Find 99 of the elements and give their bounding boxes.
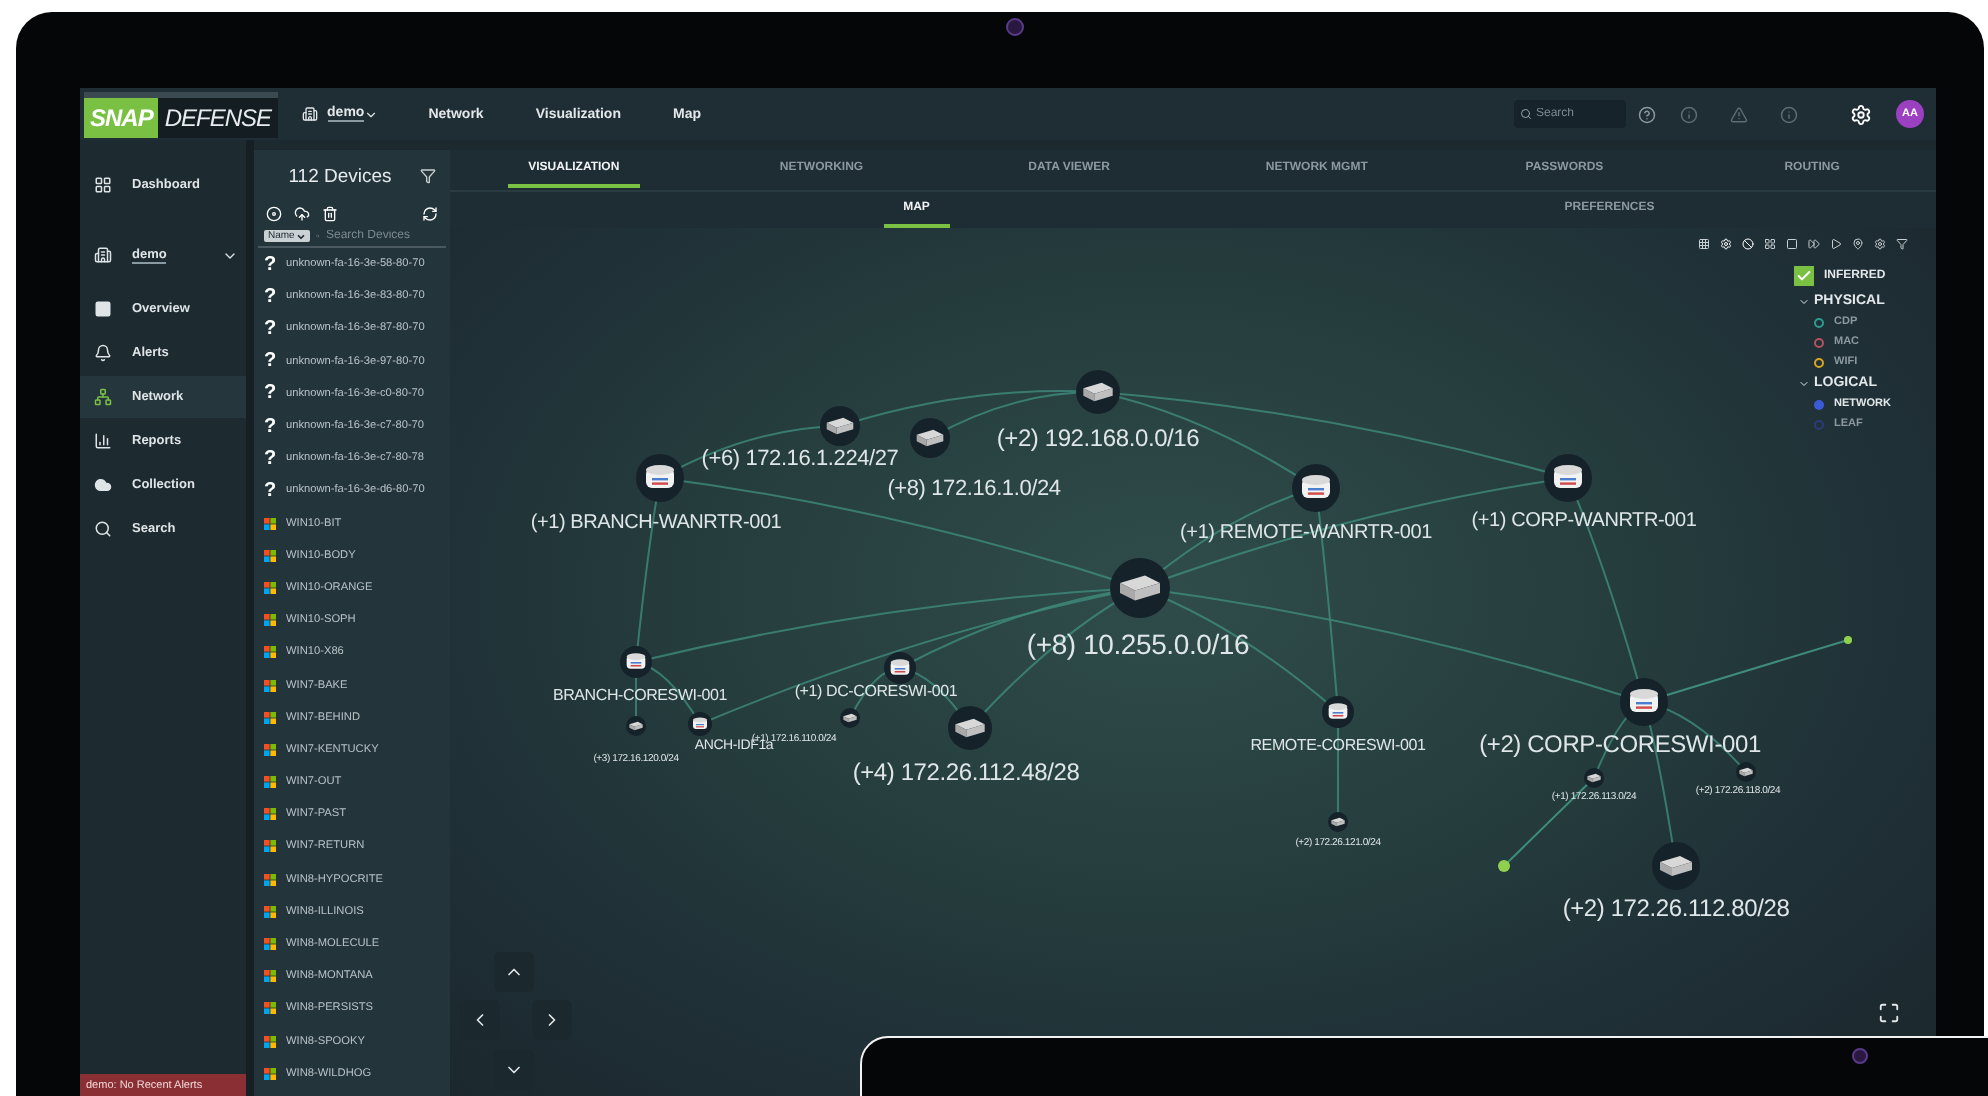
endpoint-dot[interactable]: [1498, 860, 1510, 872]
switch-icon[interactable]: [840, 708, 860, 728]
windows-icon: [264, 1002, 276, 1015]
cloud-upload-icon[interactable]: [294, 206, 310, 222]
node-label: REMOTE-CORESWI-001: [1250, 738, 1426, 754]
node-label: (+6) 172.16.1.224/27: [701, 449, 899, 471]
switch-icon[interactable]: [1652, 842, 1700, 890]
node-label: (+4) 172.26.112.48/28: [852, 760, 1080, 784]
router-icon[interactable]: [1322, 696, 1354, 728]
info-icon[interactable]: [1680, 105, 1698, 123]
windows-icon: [264, 549, 276, 562]
device-count: 112 Devices: [288, 165, 392, 187]
help-icon[interactable]: [1638, 105, 1656, 123]
play-icon[interactable]: [1830, 238, 1842, 250]
node-label: (+1) BRANCH-WANRTR-001: [530, 514, 782, 534]
node-label: (+1) DC-CORESWI-001: [794, 684, 958, 700]
info-icon[interactable]: [1780, 105, 1798, 123]
fullscreen-icon[interactable]: [1878, 1002, 1900, 1024]
windows-icon: [264, 970, 276, 983]
switch-icon[interactable]: [1076, 370, 1120, 414]
router-icon[interactable]: [636, 454, 684, 502]
router-icon[interactable]: [1544, 454, 1592, 502]
node-label: (+2) CORP-CORESWI-001: [1479, 732, 1761, 756]
search-icon: [94, 520, 112, 538]
windows-icon: [264, 938, 276, 951]
bell-icon: [94, 344, 112, 362]
node-label: (+1) CORP-WANRTR-001: [1471, 512, 1697, 532]
windows-icon: [264, 905, 276, 918]
windows-icon: [264, 840, 276, 853]
trash-icon[interactable]: [322, 206, 338, 222]
dashboard-icon: [94, 176, 112, 194]
ban-icon[interactable]: [1742, 238, 1754, 250]
unknown-device-icon: ?: [264, 317, 276, 340]
node-label: (+2) 192.168.0.0/16: [996, 426, 1200, 450]
checkbox[interactable]: [1794, 266, 1814, 286]
windows-icon: [264, 1067, 276, 1080]
windows-icon: [264, 614, 276, 627]
switch-icon[interactable]: [910, 418, 950, 458]
unknown-device-icon: ?: [264, 350, 276, 373]
switch-icon[interactable]: [1736, 762, 1756, 782]
fast-forward-icon[interactable]: [1808, 238, 1820, 250]
search-icon: [1520, 108, 1532, 120]
building-icon: [301, 106, 318, 122]
chevron-down-icon: [1798, 295, 1810, 307]
settings-icon[interactable]: [1874, 238, 1886, 250]
router-icon[interactable]: [884, 652, 916, 684]
cloud-icon: [94, 476, 112, 494]
camera-icon: [1006, 18, 1024, 36]
layout-icon[interactable]: [1764, 238, 1776, 250]
switch-icon[interactable]: [1110, 558, 1170, 618]
caret-icon: [296, 231, 307, 241]
node-label: (+8) 172.16.1.0/24: [887, 479, 1061, 501]
node-label: BRANCH-CORESWI-001: [552, 688, 728, 704]
switch-icon[interactable]: [1328, 812, 1348, 832]
unknown-device-icon: ?: [264, 382, 276, 405]
windows-icon: [264, 1035, 276, 1048]
windows-icon: [264, 873, 276, 886]
switch-icon[interactable]: [626, 716, 646, 736]
camera-icon: [1852, 1048, 1868, 1064]
router-icon[interactable]: [1620, 678, 1668, 726]
warning-icon[interactable]: [1730, 105, 1748, 123]
unknown-device-icon: ?: [264, 447, 276, 470]
square-icon: [94, 300, 112, 318]
node-label: (+1) REMOTE-WANRTR-001: [1180, 524, 1432, 544]
windows-icon: [264, 711, 276, 724]
switch-icon[interactable]: [948, 706, 992, 750]
windows-icon: [264, 808, 276, 821]
grid-icon[interactable]: [1698, 238, 1710, 250]
pin-icon[interactable]: [1852, 238, 1864, 250]
switch-icon[interactable]: [1584, 768, 1604, 788]
router-icon[interactable]: [1292, 464, 1340, 512]
router-icon[interactable]: [688, 712, 712, 736]
switch-icon[interactable]: [820, 406, 860, 446]
refresh-icon[interactable]: [422, 206, 438, 222]
windows-icon: [264, 776, 276, 789]
windows-icon: [264, 581, 276, 594]
network-icon: [94, 388, 112, 406]
unknown-device-icon: ?: [264, 285, 276, 308]
filter-icon[interactable]: [1896, 238, 1908, 250]
logo: SNAP DEFENSE: [84, 91, 278, 137]
endpoint-dot[interactable]: [1844, 636, 1852, 644]
windows-icon: [264, 646, 276, 659]
building-icon: [94, 246, 112, 264]
windows-icon: [264, 743, 276, 756]
chevron-down-icon: [1798, 377, 1810, 389]
square-icon[interactable]: [1786, 238, 1798, 250]
router-icon[interactable]: [620, 646, 652, 678]
unknown-device-icon: ?: [264, 253, 276, 276]
filter-icon[interactable]: [419, 168, 436, 184]
check-icon: [1796, 268, 1812, 284]
chart-icon: [94, 432, 112, 450]
unknown-device-icon: ?: [264, 479, 276, 502]
chevron-down-icon[interactable]: [364, 107, 379, 121]
node-label: (+2) 172.26.112.80/28: [1562, 896, 1790, 920]
node-label: (+8) 10.255.0.0/16: [1026, 630, 1250, 658]
windows-icon: [264, 679, 276, 692]
disc-icon[interactable]: [266, 206, 282, 222]
unknown-device-icon: ?: [264, 415, 276, 438]
windows-icon: [264, 517, 276, 530]
